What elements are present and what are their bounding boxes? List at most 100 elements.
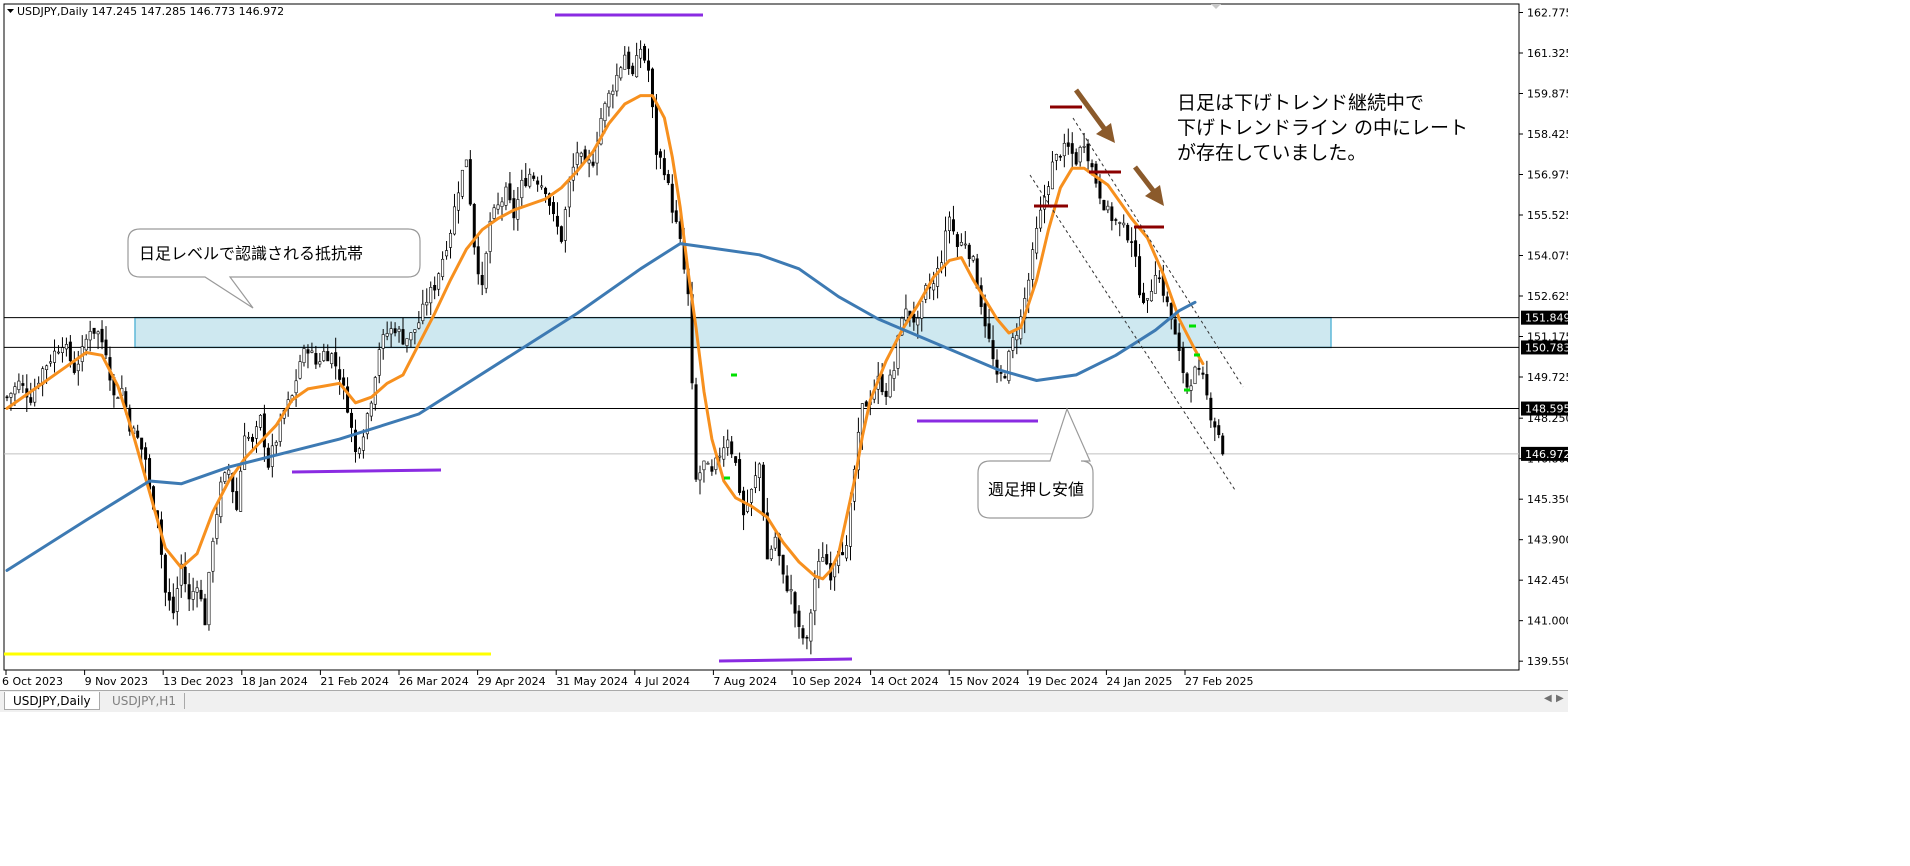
candle-body (175, 588, 179, 612)
candle-body (884, 390, 888, 397)
candle-body (706, 462, 710, 465)
price-label: 148.595 (1525, 403, 1568, 416)
tab-usdjpy-h1[interactable]: USDJPY,H1 (104, 692, 184, 710)
y-tick-label: 141.000 (1527, 615, 1568, 628)
candle-body (647, 60, 651, 71)
candle-body (262, 413, 266, 448)
candle-body (247, 436, 251, 439)
candle-body (813, 578, 817, 612)
y-tick-label: 159.875 (1527, 87, 1568, 100)
x-tick-label: 21 Feb 2024 (320, 675, 388, 688)
candle-body (338, 369, 342, 380)
price-chart[interactable]: 日足レベルで認識される抵抗帯 週足押し安値 日足は下げトレンド継続中で 下げトレ… (0, 0, 1573, 690)
candle-body (611, 90, 615, 95)
candle-body (452, 206, 456, 235)
x-tick-label: 26 Mar 2024 (399, 675, 469, 688)
candle-body (239, 470, 243, 512)
chart-window[interactable]: 日足レベルで認識される抵抗帯 週足押し安値 日足は下げトレンド継続中で 下げトレ… (0, 0, 1573, 712)
candle-body (258, 415, 262, 428)
candle-body (1145, 298, 1149, 301)
trend-comment-line-3: が存在していました。 (1177, 142, 1366, 164)
candle-body (947, 216, 951, 231)
candle-body (1098, 180, 1102, 199)
x-tick-label: 24 Jan 2025 (1106, 675, 1172, 688)
candle-body (841, 552, 845, 556)
candle-body (437, 273, 441, 290)
candle-body (698, 472, 702, 481)
tab-usdjpy-daily[interactable]: USDJPY,Daily (4, 692, 100, 710)
candle-body (45, 365, 49, 370)
candle-body (650, 68, 654, 108)
candle-body (92, 327, 96, 334)
candle-body (326, 351, 330, 362)
candle-body (579, 152, 583, 157)
candle-body (591, 161, 595, 166)
x-tick-label: 4 Jul 2024 (635, 675, 690, 688)
candle-body (955, 234, 959, 247)
candle-body (227, 469, 231, 475)
tab-separator (184, 693, 185, 709)
candle-body (464, 159, 468, 168)
candle-body (1193, 366, 1197, 385)
candle-body (468, 159, 472, 205)
candle-body (421, 303, 425, 322)
candle-body (294, 380, 298, 394)
candle-body (880, 374, 884, 393)
candle-body (674, 210, 678, 222)
candle-body (183, 566, 187, 585)
candle-body (555, 215, 559, 227)
candle-body (1138, 256, 1142, 296)
candle-body (373, 377, 377, 405)
candle-body (13, 386, 17, 395)
y-tick-label: 156.975 (1527, 168, 1568, 181)
candle-body (1070, 143, 1074, 154)
resistance-callout-text: 日足レベルで認識される抵抗帯 (139, 244, 363, 263)
candle-body (658, 151, 662, 158)
x-tick-label: 19 Dec 2024 (1028, 675, 1098, 688)
candle-body (845, 545, 849, 559)
candle-body (251, 436, 255, 442)
candle-body (730, 441, 734, 455)
x-tick-label: 13 Dec 2023 (163, 675, 233, 688)
candle-body (1130, 241, 1134, 243)
candle-body (753, 475, 757, 489)
x-tick-label: 27 Feb 2025 (1185, 675, 1253, 688)
candle-body (995, 359, 999, 375)
tab-bar: USDJPY,Daily USDJPY,H1 ◀ ▶ (0, 690, 1568, 712)
candle-body (1134, 240, 1138, 257)
candle-body (17, 380, 21, 390)
candle-body (520, 179, 524, 199)
candle-body (211, 541, 215, 572)
candle-body (357, 448, 361, 454)
candle-body (971, 256, 975, 261)
candle-body (1142, 292, 1146, 303)
trend-comment-line-2: 下げトレンドライン の中にレート (1177, 117, 1468, 139)
candle-body (76, 363, 80, 372)
candle-body (334, 352, 338, 367)
x-tick-label: 7 Aug 2024 (713, 675, 776, 688)
candle-body (635, 55, 639, 78)
candle-body (1153, 275, 1157, 294)
candle-body (749, 488, 753, 503)
candle-body (136, 430, 140, 438)
scroll-left-icon[interactable]: ◀ (1544, 693, 1552, 704)
candle-body (5, 396, 9, 399)
scroll-right-icon[interactable]: ▶ (1556, 693, 1564, 704)
candle-body (963, 243, 967, 246)
y-tick-label: 161.325 (1527, 47, 1568, 60)
candle-body (1031, 249, 1035, 280)
candle-body (377, 349, 381, 376)
candle-body (785, 575, 789, 592)
candle-body (140, 437, 144, 450)
candle-body (274, 441, 278, 446)
candle-body (480, 275, 484, 286)
candle-body (441, 258, 445, 277)
y-tick-label: 149.725 (1527, 371, 1568, 384)
candle-body (789, 589, 793, 592)
candle-body (1157, 277, 1161, 280)
candle-body (64, 344, 68, 350)
candle-body (734, 456, 738, 463)
candle-body (1011, 337, 1015, 351)
candle-body (298, 361, 302, 379)
candle-body (84, 338, 88, 351)
